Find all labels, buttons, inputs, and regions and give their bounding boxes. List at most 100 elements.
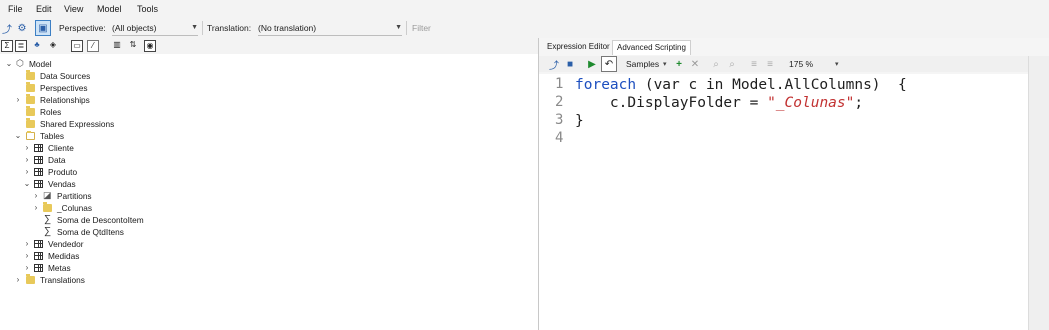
editor-toolbar: ⤴ ■ ▶ ↶ Samples ▾ + ✕ ⌕ ⌕ ≡ ≡ 175 % ▾ (539, 56, 1049, 72)
tree-label: Vendas (48, 179, 76, 189)
tree-node-tables[interactable]: ⌄ Tables (0, 130, 200, 142)
open-script-icon[interactable]: ⤴ (547, 57, 561, 72)
menu-view[interactable]: View (64, 4, 83, 14)
tree-label: Vendedor (48, 239, 84, 249)
tree-node-roles[interactable]: Roles (0, 106, 200, 118)
tree-node-data-sources[interactable]: Data Sources (0, 70, 200, 82)
tree-node-vendas[interactable]: ⌄ Vendas (0, 178, 200, 190)
perspective-value: (All objects) (112, 23, 157, 33)
tree-node-produto[interactable]: › Produto (0, 166, 200, 178)
tree-node-metas[interactable]: › Metas (0, 262, 200, 274)
connect-icon[interactable]: ⚙ (15, 21, 29, 35)
chevron-right-icon[interactable]: › (23, 238, 31, 250)
chevron-down-icon: ▼ (191, 24, 198, 31)
cube-icon[interactable]: ◈ (47, 40, 59, 52)
open-icon[interactable]: ⤴ (0, 21, 14, 36)
vertical-scrollbar[interactable] (1028, 56, 1049, 330)
tree-label: _Colunas (57, 203, 93, 213)
tree-node-cliente[interactable]: › Cliente (0, 142, 200, 154)
toolbar-divider (406, 21, 407, 35)
chevron-right-icon[interactable]: › (23, 154, 31, 166)
sort-icon[interactable]: ⇅ (127, 40, 139, 52)
hidden-icon[interactable]: ⁄ (87, 40, 99, 52)
tree-node-perspectives[interactable]: Perspectives (0, 82, 200, 94)
run-icon[interactable]: ▶ (585, 57, 599, 71)
translation-label: Translation: (207, 23, 252, 33)
code-string: "_Colunas" (767, 95, 855, 111)
replace-icon[interactable]: ⌕ (725, 57, 739, 71)
tree-label: Relationships (40, 95, 90, 105)
folder-icon (26, 106, 35, 116)
code-text: ; (854, 95, 864, 111)
folder-icon (26, 274, 35, 284)
samples-dropdown[interactable]: Samples (626, 59, 659, 69)
line-number: 1 (555, 76, 564, 92)
tree-node-shared-expressions[interactable]: Shared Expressions (0, 118, 200, 130)
perspective-label: Perspective: (59, 23, 106, 33)
deploy-icon[interactable]: ▣ (35, 20, 51, 36)
chevron-right-icon[interactable]: › (23, 166, 31, 178)
chevron-right-icon[interactable]: › (23, 142, 31, 154)
chevron-right-icon[interactable]: › (23, 250, 31, 262)
tree-label: Shared Expressions (40, 119, 115, 129)
chevron-right-icon[interactable]: › (14, 94, 22, 106)
code-text: c.DisplayFolder = (575, 95, 768, 111)
filter-input[interactable]: Filter (412, 23, 431, 33)
save-icon[interactable]: ■ (563, 57, 577, 71)
tree-node-relationships[interactable]: › Relationships (0, 94, 200, 106)
tree-node-vendedor[interactable]: › Vendedor (0, 238, 200, 250)
table-icon (34, 168, 43, 176)
code-line-1: foreach (var c in Model.AllColumns) { (575, 77, 907, 93)
partition-icon[interactable]: ▭ (71, 40, 83, 52)
columns-icon[interactable]: ≣ (15, 40, 27, 52)
translation-value: (No translation) (258, 23, 317, 33)
undo-icon[interactable]: ↶ (601, 56, 617, 72)
hierarchy-icon[interactable]: ♣ (31, 40, 43, 52)
menu-model[interactable]: Model (97, 4, 122, 14)
code-editor[interactable]: 1 2 3 4 foreach (var c in Model.AllColum… (539, 74, 1049, 330)
info-icon[interactable]: ◉ (144, 40, 156, 52)
chevron-down-icon: ▾ (835, 61, 839, 68)
sigma-icon[interactable]: Σ (1, 40, 13, 52)
tab-expression-editor[interactable]: Expression Editor (543, 40, 614, 54)
translation-select[interactable]: (No translation) ▼ (258, 21, 402, 36)
sigma-icon: ∑ (44, 226, 52, 237)
table-icon (34, 240, 43, 248)
perspective-select[interactable]: (All objects) ▼ (112, 21, 198, 36)
menu-file[interactable]: File (8, 4, 23, 14)
grid-icon[interactable]: ▥ (111, 40, 123, 52)
tree-node-soma-de-descontoitem[interactable]: ∑ Soma de DescontoItem (0, 214, 200, 226)
chevron-right-icon[interactable]: › (23, 262, 31, 274)
zoom-select[interactable]: 175 % (789, 59, 813, 69)
search-icon[interactable]: ⌕ (709, 57, 723, 71)
tab-advanced-scripting[interactable]: Advanced Scripting (612, 40, 691, 55)
chevron-down-icon[interactable]: ⌄ (5, 58, 13, 70)
chevron-down-icon: ▼ (395, 24, 402, 31)
sigma-icon: ∑ (44, 214, 52, 225)
menu-bar: File Edit View Model Tools (0, 0, 1049, 18)
chevron-right-icon[interactable]: › (32, 190, 40, 202)
tree-node-medidas[interactable]: › Medidas (0, 250, 200, 262)
tree-node-partitions[interactable]: › ◪ Partitions (0, 190, 200, 202)
delete-icon[interactable]: ✕ (688, 57, 702, 71)
folder-icon (26, 118, 35, 128)
tree-node-translations[interactable]: › Translations (0, 274, 200, 286)
tree-node-colunas[interactable]: › _Colunas (0, 202, 200, 214)
chevron-right-icon[interactable]: › (14, 274, 22, 286)
tree-node-soma-de-qtditens[interactable]: ∑ Soma de QtdItens (0, 226, 200, 238)
chevron-down-icon[interactable]: ⌄ (23, 178, 31, 190)
chevron-down-icon[interactable]: ⌄ (14, 130, 22, 142)
code-line-2: c.DisplayFolder = "_Colunas"; (575, 95, 863, 111)
menu-tools[interactable]: Tools (137, 4, 158, 14)
add-icon[interactable]: + (672, 57, 686, 71)
table-icon (34, 144, 43, 152)
chevron-right-icon[interactable]: › (32, 202, 40, 214)
model-icon: ⬡ (16, 58, 24, 68)
tree-node-data[interactable]: › Data (0, 154, 200, 166)
uncomment-icon[interactable]: ≡ (763, 57, 777, 71)
menu-edit[interactable]: Edit (36, 4, 52, 14)
comment-icon[interactable]: ≡ (747, 57, 761, 71)
line-number: 2 (555, 94, 564, 110)
tree-node-model[interactable]: ⌄ ⬡ Model (0, 58, 200, 70)
tree-label: Roles (40, 107, 62, 117)
